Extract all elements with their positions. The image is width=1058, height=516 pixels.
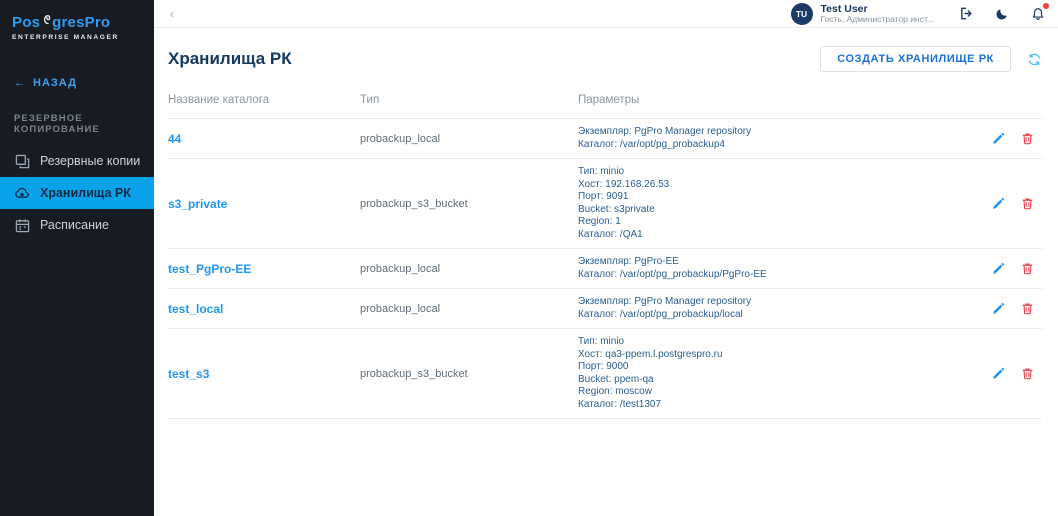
table-row: test_local probackup_local Экземпляр: Pg… bbox=[168, 289, 1042, 329]
storage-name-link[interactable]: test_local bbox=[168, 302, 360, 316]
sidebar-nav: Резервные копии Хранилища РК Расписание bbox=[0, 145, 154, 241]
storage-params: Экземпляр: PgPro Manager repository Катал… bbox=[578, 126, 978, 151]
param-line: Каталог: /var/opt/pg_probackup/local bbox=[578, 308, 743, 320]
main-area: ‹ TU Test User Гость, Администратор инст… bbox=[154, 0, 1058, 516]
edit-pencil-icon[interactable] bbox=[992, 367, 1005, 380]
delete-trash-icon[interactable] bbox=[1021, 197, 1034, 210]
storage-type: probackup_local bbox=[360, 302, 441, 315]
param-line: Region: moscow bbox=[578, 386, 652, 397]
sidebar: Pos gresPro ENTERPRISE MANAGER ← НАЗАД РЕ… bbox=[0, 0, 154, 516]
edit-pencil-icon[interactable] bbox=[992, 132, 1005, 145]
storage-params: Экземпляр: PgPro Manager repository Катал… bbox=[578, 296, 978, 321]
param-line: Хост: qa3-ppem.l.postgrespro.ru bbox=[578, 348, 723, 360]
sidebar-item-schedule[interactable]: Расписание bbox=[0, 209, 154, 241]
delete-trash-icon[interactable] bbox=[1021, 132, 1034, 145]
table-row: test_s3 probackup_s3_bucket Тип: minio Хо… bbox=[168, 329, 1042, 419]
backup-copies-icon bbox=[14, 153, 30, 169]
sidebar-collapse-chevron[interactable]: ‹ bbox=[166, 6, 178, 22]
page-content: Хранилища РК СОЗДАТЬ ХРАНИЛИЩЕ РК Назван… bbox=[154, 28, 1058, 419]
param-line: Каталог: /var/opt/pg_probackup4 bbox=[578, 138, 725, 150]
user-role: Гость, Администратор инст... bbox=[820, 13, 934, 24]
table-header-row: Название каталога Тип Параметры bbox=[168, 88, 1042, 119]
user-name: Test User bbox=[820, 2, 868, 15]
delete-trash-icon[interactable] bbox=[1021, 367, 1034, 380]
param-line: Хост: 192.168.26.53 bbox=[578, 178, 670, 190]
param-line: Каталог: /QA1 bbox=[578, 228, 643, 240]
page-title: Хранилища РК bbox=[168, 49, 292, 68]
back-arrow-icon: ← bbox=[14, 77, 26, 89]
delete-trash-icon[interactable] bbox=[1021, 262, 1034, 275]
storage-params: Тип: minio Хост: 192.168.26.53 Порт: 9091 B… bbox=[578, 166, 978, 241]
user-avatar[interactable]: TU bbox=[790, 2, 813, 25]
logo-text-pre: Pos bbox=[12, 14, 41, 31]
storage-type: probackup_s3_bucket bbox=[360, 367, 468, 380]
sidebar-item-label: Хранилища РК bbox=[40, 186, 131, 200]
param-line: Region: 1 bbox=[578, 216, 621, 227]
sidebar-item-label: Расписание bbox=[40, 218, 109, 232]
brand-logo-text: Pos gresPro bbox=[12, 10, 142, 31]
row-actions bbox=[978, 367, 1042, 380]
notification-dot bbox=[1043, 2, 1049, 9]
refresh-icon[interactable] bbox=[1027, 52, 1042, 67]
param-line: Экземпляр: PgPro-EE bbox=[578, 256, 679, 267]
topbar-icons bbox=[958, 2, 1049, 22]
row-actions bbox=[978, 197, 1042, 210]
param-line: Порт: 9091 bbox=[578, 191, 629, 202]
edit-pencil-icon[interactable] bbox=[992, 302, 1005, 315]
edit-pencil-icon[interactable] bbox=[992, 262, 1005, 275]
elephant-logo-icon bbox=[40, 10, 52, 31]
sidebar-section-label: РЕЗЕРВНОЕ КОПИРОВАНИЕ bbox=[14, 113, 100, 135]
back-link-label: НАЗАД bbox=[33, 77, 77, 89]
col-header-params: Параметры bbox=[578, 94, 640, 106]
col-header-name: Название каталога bbox=[168, 94, 270, 106]
storage-params: Экземпляр: PgPro-EE Каталог: /var/opt/pg_… bbox=[578, 256, 978, 281]
storages-table: Название каталога Тип Параметры 44 proba… bbox=[168, 88, 1042, 419]
table-row: s3_private probackup_s3_bucket Тип: mini… bbox=[168, 159, 1042, 249]
row-actions bbox=[978, 262, 1042, 275]
page-header-actions: СОЗДАТЬ ХРАНИЛИЩЕ РК bbox=[820, 46, 1042, 72]
param-line: Каталог: /test1307 bbox=[578, 398, 662, 410]
storage-type: probackup_local bbox=[360, 132, 441, 145]
table-row: test_PgPro-EE probackup_local Экземпляр:… bbox=[168, 249, 1042, 289]
brand-logo: Pos gresPro ENTERPRISE MANAGER bbox=[0, 0, 154, 41]
param-line: Тип: minio bbox=[578, 166, 625, 177]
user-info[interactable]: Test User Гость, Администратор инст... bbox=[821, 3, 934, 25]
table-body: 44 probackup_local Экземпляр: PgPro Mana… bbox=[168, 119, 1042, 419]
sidebar-item-storages[interactable]: Хранилища РК bbox=[0, 177, 154, 209]
notifications-bell-icon[interactable] bbox=[1030, 2, 1049, 22]
storage-name-link[interactable]: s3_private bbox=[168, 197, 360, 211]
back-link[interactable]: ← НАЗАД bbox=[0, 77, 154, 89]
delete-trash-icon[interactable] bbox=[1021, 302, 1034, 315]
storage-type: probackup_s3_bucket bbox=[360, 197, 468, 210]
sidebar-item-backup-copies[interactable]: Резервные копии bbox=[0, 145, 154, 177]
param-line: Экземпляр: PgPro Manager repository bbox=[578, 296, 752, 307]
cloud-upload-icon bbox=[14, 185, 30, 201]
dark-mode-moon-icon[interactable] bbox=[994, 6, 1010, 22]
storage-type: probackup_local bbox=[360, 262, 441, 275]
param-line: Bucket: ppem-qa bbox=[578, 373, 654, 385]
table-row: 44 probackup_local Экземпляр: PgPro Mana… bbox=[168, 119, 1042, 159]
brand-subtitle: ENTERPRISE MANAGER bbox=[12, 34, 119, 41]
row-actions bbox=[978, 132, 1042, 145]
param-line: Порт: 9000 bbox=[578, 361, 629, 372]
storage-name-link[interactable]: test_PgPro-EE bbox=[168, 262, 360, 276]
sidebar-item-label: Резервные копии bbox=[40, 154, 141, 168]
calendar-icon bbox=[14, 217, 30, 233]
param-line: Экземпляр: PgPro Manager repository bbox=[578, 126, 752, 137]
param-line: Bucket: s3private bbox=[578, 203, 655, 215]
edit-pencil-icon[interactable] bbox=[992, 197, 1005, 210]
storage-name-link[interactable]: 44 bbox=[168, 132, 360, 146]
create-storage-button[interactable]: СОЗДАТЬ ХРАНИЛИЩЕ РК bbox=[820, 46, 1011, 72]
col-header-type: Тип bbox=[360, 94, 380, 106]
topbar: ‹ TU Test User Гость, Администратор инст… bbox=[154, 0, 1058, 28]
storage-params: Тип: minio Хост: qa3-ppem.l.postgrespro.r… bbox=[578, 336, 978, 411]
param-line: Тип: minio bbox=[578, 336, 625, 347]
page-header: Хранилища РК СОЗДАТЬ ХРАНИЛИЩЕ РК bbox=[168, 46, 1042, 72]
logo-text-post: gresPro bbox=[52, 14, 111, 31]
logout-icon[interactable] bbox=[958, 6, 974, 22]
row-actions bbox=[978, 302, 1042, 315]
param-line: Каталог: /var/opt/pg_probackup/PgPro-EE bbox=[578, 268, 767, 280]
storage-name-link[interactable]: test_s3 bbox=[168, 367, 360, 381]
